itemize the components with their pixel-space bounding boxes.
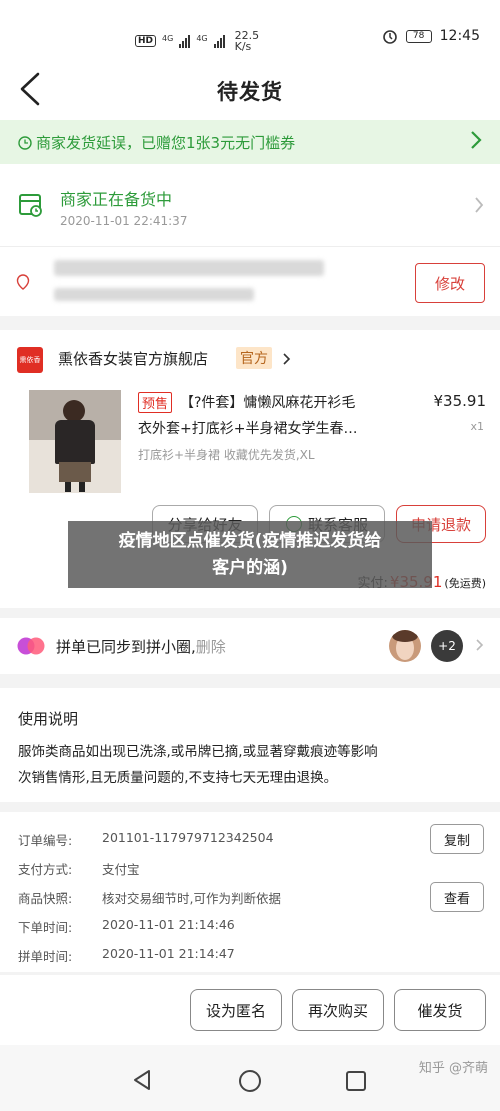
notice-text: 商家发货延误，已赠您1张3元无门槛券: [36, 134, 296, 152]
location-icon: [16, 274, 30, 290]
order-info-row: 支付方式: 支付宝: [0, 855, 500, 881]
hd-badge: HD: [135, 35, 157, 47]
product-qty: x1: [470, 420, 484, 433]
signal-icon: [213, 34, 225, 48]
header: 待发货: [0, 58, 500, 120]
shipping-time: 2020-11-01 22:41:37: [60, 214, 188, 228]
order-info-label: 支付方式:: [18, 862, 73, 877]
nav-home-icon[interactable]: [238, 1069, 262, 1093]
signal-icon: [179, 34, 191, 48]
order-info-card: 订单编号: 201101-117979712342504 复制支付方式: 支付宝商品快…: [0, 812, 500, 972]
shipping-status: 商家正在备货中: [60, 190, 173, 209]
overlay-line2: 客户的涵): [212, 558, 288, 578]
pinxiaoquan-logo-icon: [17, 637, 45, 655]
store-logo: 熏依香: [17, 347, 43, 373]
order-info-action-button[interactable]: 查看: [430, 882, 484, 912]
nav-back-icon[interactable]: [132, 1069, 152, 1091]
order-info-row: 订单编号: 201101-117979712342504 复制: [0, 824, 500, 854]
alarm-icon: [382, 30, 397, 44]
store-name[interactable]: 熏依香女装官方旗舰店: [58, 348, 208, 369]
presale-tag: 预售: [138, 392, 173, 413]
pinxiaoquan-delete[interactable]: 删除: [196, 636, 226, 657]
usage-line2: 次销售情形,且无质量问题的,不支持七天无理由退换。: [18, 770, 338, 786]
shipping-free-note: (免运费): [444, 577, 486, 590]
buy-again-button[interactable]: 再次购买: [292, 989, 384, 1031]
urge-shipping-button[interactable]: 催发货: [394, 989, 486, 1031]
order-info-label: 下单时间:: [18, 920, 73, 935]
product-image[interactable]: [29, 390, 121, 493]
order-info-label: 商品快照:: [18, 891, 73, 906]
delay-coupon-notice[interactable]: 商家发货延误，已赠您1张3元无门槛券: [0, 120, 500, 164]
pinxiaoquan-card: 拼单已同步到拼小圈, 删除 +2: [0, 618, 500, 674]
address-redacted: [54, 288, 254, 301]
pinxiaoquan-text: 拼单已同步到拼小圈, 删除: [56, 636, 226, 657]
sim2-label: 4G: [196, 33, 208, 43]
clock-icon: [18, 135, 32, 150]
address-redacted: [54, 260, 324, 276]
order-info-row: 商品快照: 核对交易细节时,可作为判断依据 查看: [0, 882, 500, 912]
order-info-row: 拼单时间: 2020-11-01 21:14:47: [0, 942, 500, 968]
product-title-line2[interactable]: 衣外套+打底衫+半身裙女学生春…: [138, 418, 418, 438]
order-info-value: 核对交易细节时,可作为判断依据: [102, 891, 281, 906]
order-info-label: 订单编号:: [18, 833, 73, 848]
set-anonymous-button[interactable]: 设为匿名: [190, 989, 282, 1031]
bottom-action-bar: 设为匿名 再次购买 催发货: [0, 989, 500, 1031]
modify-address-button[interactable]: 修改: [415, 263, 485, 303]
order-info-value: 支付宝: [102, 862, 140, 877]
avatar-more[interactable]: +2: [431, 630, 463, 662]
package-clock-icon: [19, 194, 42, 217]
order-info-value: 2020-11-01 21:14:46: [102, 917, 235, 932]
product-title-line1[interactable]: 【?件套】慵懒风麻花开衫毛: [180, 392, 420, 412]
clock: 12:45: [439, 28, 480, 44]
product-price: ¥35.91: [433, 392, 487, 410]
watermark: 知乎 @齐萌: [418, 1061, 488, 1076]
official-badge: 官方: [236, 347, 272, 369]
chevron-right-icon[interactable]: [474, 196, 484, 214]
avatar[interactable]: [389, 630, 421, 662]
order-info-value: 201101-117979712342504: [102, 830, 274, 845]
overlay-caption: 疫情地区点催发货(疫情推迟发货给 客户的涵): [68, 521, 432, 588]
battery-icon: 78: [405, 29, 432, 43]
sim1-label: 4G: [162, 33, 174, 43]
chevron-right-icon: [470, 130, 482, 155]
chevron-right-icon[interactable]: [475, 638, 484, 652]
order-info-action-button[interactable]: 复制: [430, 824, 484, 854]
usage-line1: 服饰类商品如出现已洗涤,或吊牌已摘,或显著穿戴痕迹等影响: [18, 744, 378, 760]
system-nav-bar: 知乎 @齐萌: [0, 1045, 500, 1111]
page-title: 待发货: [217, 80, 283, 104]
usage-title: 使用说明: [18, 710, 79, 728]
order-info-row: 下单时间: 2020-11-01 21:14:46: [0, 913, 500, 939]
net-speed-unit: K/s: [234, 40, 252, 53]
overlay-line1: 疫情地区点催发货(疫情推迟发货给: [118, 531, 382, 551]
usage-notes-card: 使用说明 服饰类商品如出现已洗涤,或吊牌已摘,或显著穿戴痕迹等影响 次销售情形,…: [0, 688, 500, 802]
shipping-card: 商家正在备货中 2020-11-01 22:41:37 修改: [0, 164, 500, 316]
product-spec: 打底衫+半身裙 收藏优先发货,XL: [138, 448, 315, 462]
nav-recents-icon[interactable]: [345, 1070, 367, 1092]
order-info-label: 拼单时间:: [18, 949, 73, 964]
chevron-right-icon[interactable]: [282, 352, 291, 366]
pinxiaoquan-label: 拼单已同步到拼小圈,: [56, 638, 196, 656]
order-info-value: 2020-11-01 21:14:47: [102, 946, 235, 961]
